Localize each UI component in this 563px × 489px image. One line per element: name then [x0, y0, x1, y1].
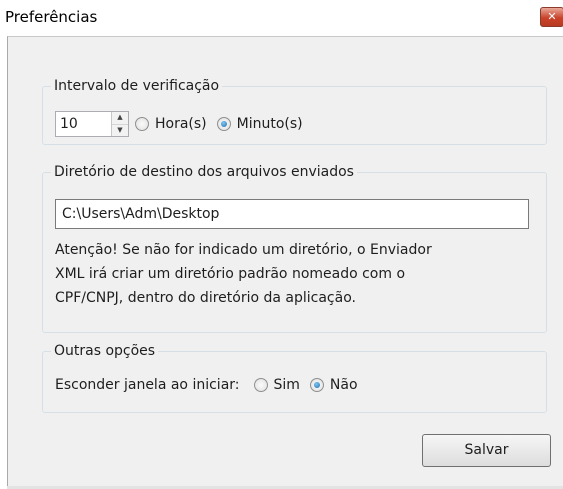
hide-window-row: Esconder janela ao iniciar: Sim Não: [55, 373, 368, 397]
interval-spinner[interactable]: 10 ▲ ▼: [55, 111, 129, 137]
interval-group-legend: Intervalo de verificação: [54, 78, 220, 94]
preferences-window: Preferências ✕ Intervalo de verificação …: [0, 0, 563, 489]
close-icon[interactable]: ✕: [540, 7, 563, 27]
radio-yes-label[interactable]: Sim: [274, 377, 300, 393]
interval-row: 10 ▲ ▼ Hora(s) Minuto(s): [55, 110, 313, 138]
directory-note: Atenção! Se não for indicado um diretóri…: [55, 238, 540, 310]
radio-hours[interactable]: [135, 117, 149, 131]
directory-path-input[interactable]: C:\Users\Adm\Desktop: [55, 199, 529, 229]
directory-note-line: CPF/CNPJ, dentro do diretório da aplicaç…: [55, 290, 356, 306]
spinner-arrows[interactable]: ▲ ▼: [111, 112, 128, 136]
window-title: Preferências: [5, 8, 98, 26]
spin-up-icon[interactable]: ▲: [112, 112, 128, 125]
other-options-legend: Outras opções: [54, 343, 156, 359]
save-button[interactable]: Salvar: [422, 434, 551, 467]
directory-note-line: Atenção! Se não for indicado um diretóri…: [55, 242, 432, 258]
radio-minutes[interactable]: [216, 117, 231, 131]
dialog-body: Intervalo de verificação 10 ▲ ▼ Hora(s) …: [7, 36, 563, 489]
radio-hours-label[interactable]: Hora(s): [155, 116, 207, 132]
interval-spinner-value[interactable]: 10: [56, 112, 111, 136]
radio-no[interactable]: [309, 378, 324, 392]
radio-yes[interactable]: [253, 378, 268, 392]
hide-window-label: Esconder janela ao iniciar:: [55, 377, 240, 393]
radio-no-label[interactable]: Não: [330, 377, 358, 393]
spin-down-icon[interactable]: ▼: [112, 125, 128, 137]
title-bar[interactable]: Preferências ✕: [0, 0, 563, 36]
directory-group-legend: Diretório de destino dos arquivos enviad…: [54, 164, 354, 180]
radio-minutes-label[interactable]: Minuto(s): [237, 116, 303, 132]
directory-note-line: XML irá criar um diretório padrão nomead…: [55, 266, 406, 282]
